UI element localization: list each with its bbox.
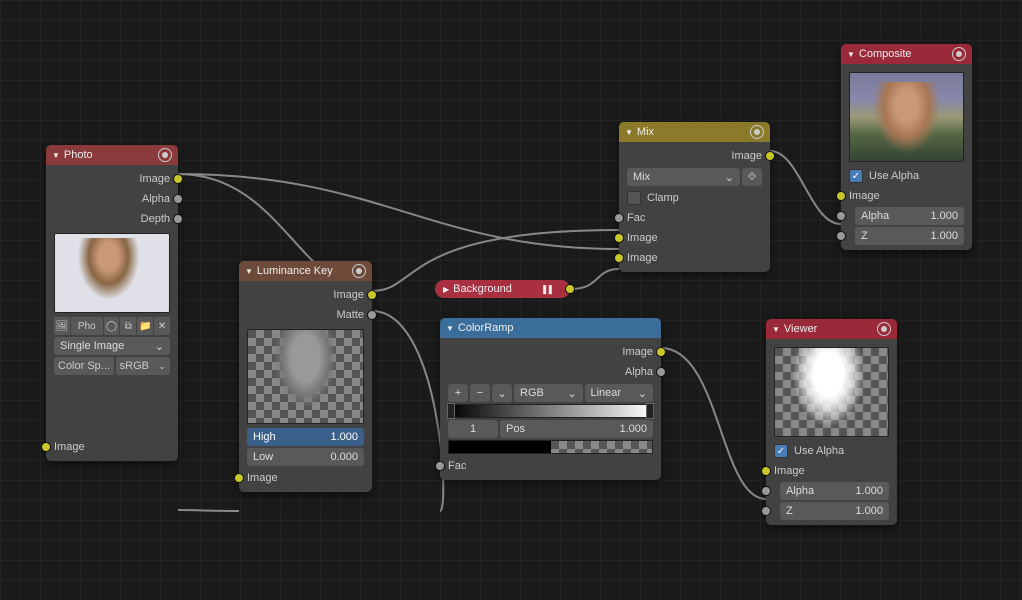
high-field[interactable]: High1.000 xyxy=(247,428,364,446)
node-header[interactable]: ▼ ColorRamp xyxy=(440,318,661,338)
input-image: Image xyxy=(841,186,972,206)
source-dropdown[interactable]: Single Image⌄ xyxy=(54,337,170,355)
preview-icon[interactable] xyxy=(158,148,172,162)
collapse-icon[interactable]: ▼ xyxy=(52,151,60,160)
input-fac: Fac xyxy=(440,456,661,476)
ramp-handle-right[interactable] xyxy=(646,403,654,419)
checkbox-icon xyxy=(849,169,863,183)
preview-icon[interactable] xyxy=(352,264,366,278)
image-name[interactable]: Pho xyxy=(71,317,103,335)
node-title: Viewer xyxy=(784,323,817,335)
node-viewer[interactable]: ▼ Viewer Use Alpha Image Alpha1.000 Z1.0… xyxy=(766,319,897,525)
node-header[interactable]: ▼ Composite xyxy=(841,44,972,64)
close-icon[interactable]: ✕ xyxy=(154,317,170,335)
color-swatch[interactable] xyxy=(448,440,653,454)
node-composite[interactable]: ▼ Composite Use Alpha Image Alpha1.000 Z… xyxy=(841,44,972,250)
chevron-down-icon: ⌄ xyxy=(567,387,576,400)
output-depth: Depth xyxy=(46,209,178,229)
node-title: Luminance Key xyxy=(257,265,333,277)
input-image: Image xyxy=(46,437,178,457)
collapse-icon[interactable]: ▼ xyxy=(625,128,633,137)
ramp-handle-left[interactable] xyxy=(447,403,455,419)
node-title: Composite xyxy=(859,48,912,60)
interpolation-dropdown[interactable]: Linear⌄ xyxy=(585,384,654,402)
collapse-icon[interactable]: ▼ xyxy=(245,267,253,276)
output-image: Image xyxy=(619,146,770,166)
use-alpha-checkbox[interactable]: Use Alpha xyxy=(841,166,972,186)
low-field[interactable]: Low0.000 xyxy=(247,448,364,466)
menu-button[interactable]: ⌄ xyxy=(492,384,512,402)
preview-icon[interactable] xyxy=(750,125,764,139)
collapse-icon[interactable]: ▼ xyxy=(446,324,454,333)
ramp-gradient[interactable] xyxy=(448,404,653,418)
node-photo[interactable]: ▼ Photo Image Alpha Depth 🖼 Pho ◯ ⧉ 📁 ✕ … xyxy=(46,145,178,461)
preview-icon[interactable] xyxy=(952,47,966,61)
output-matte: Matte xyxy=(239,305,372,325)
duplicate-icon[interactable]: ⧉ xyxy=(120,317,136,335)
output-image: Image xyxy=(239,285,372,305)
matte-preview xyxy=(247,329,364,424)
input-z[interactable]: Z1.000 xyxy=(766,501,897,521)
remove-stop-button[interactable]: − xyxy=(470,384,490,402)
output-image: Image xyxy=(440,342,661,362)
node-title: Background xyxy=(453,283,512,295)
node-luminance-key[interactable]: ▼ Luminance Key Image Matte High1.000 Lo… xyxy=(239,261,372,492)
input-image: Image xyxy=(766,461,897,481)
pause-icon: ❚❚ xyxy=(521,284,552,295)
node-header[interactable]: ▼ Luminance Key xyxy=(239,261,372,281)
input-alpha[interactable]: Alpha1.000 xyxy=(766,481,897,501)
chevron-down-icon: ⌄ xyxy=(155,340,164,353)
swap-button[interactable]: ⟐ xyxy=(742,168,762,186)
input-image2: Image xyxy=(619,248,770,268)
output-alpha: Alpha xyxy=(46,189,178,209)
image-preview xyxy=(54,233,170,313)
node-header[interactable]: ▼ Mix xyxy=(619,122,770,142)
input-fac: Fac xyxy=(619,208,770,228)
stop-index[interactable]: 1 xyxy=(448,420,498,438)
input-image1: Image xyxy=(619,228,770,248)
use-alpha-checkbox[interactable]: Use Alpha xyxy=(766,441,897,461)
node-title: Photo xyxy=(64,149,93,161)
node-background[interactable]: ▶ Background ❚❚ xyxy=(435,280,570,298)
position-field[interactable]: Pos1.000 xyxy=(500,420,653,438)
expand-icon[interactable]: ▶ xyxy=(443,285,449,294)
output-image: Image xyxy=(46,169,178,189)
chevron-down-icon: ⌄ xyxy=(725,171,734,184)
input-alpha[interactable]: Alpha1.000 xyxy=(841,206,972,226)
output-socket xyxy=(565,284,575,294)
input-z[interactable]: Z1.000 xyxy=(841,226,972,246)
collapse-icon[interactable]: ▼ xyxy=(847,50,855,59)
browse-icon[interactable]: 🖼 xyxy=(54,317,70,335)
node-header[interactable]: ▼ Viewer xyxy=(766,319,897,339)
node-title: Mix xyxy=(637,126,654,138)
chevron-down-icon: ⌄ xyxy=(158,361,166,372)
checkbox-icon xyxy=(774,444,788,458)
user-icon[interactable]: ◯ xyxy=(104,317,120,335)
colorspace-dropdown[interactable]: sRGB⌄ xyxy=(116,357,170,375)
colorspace-label: Color Sp... xyxy=(54,357,114,375)
preview-icon[interactable] xyxy=(877,322,891,336)
collapse-icon[interactable]: ▼ xyxy=(772,325,780,334)
composite-preview xyxy=(849,72,964,162)
input-image: Image xyxy=(239,468,372,488)
clamp-checkbox[interactable]: Clamp xyxy=(619,188,770,208)
image-toolbar[interactable]: 🖼 Pho ◯ ⧉ 📁 ✕ xyxy=(54,317,170,335)
checkbox-icon xyxy=(627,191,641,205)
color-mode-dropdown[interactable]: RGB⌄ xyxy=(514,384,583,402)
node-header[interactable]: ▼ Photo xyxy=(46,145,178,165)
output-alpha: Alpha xyxy=(440,362,661,382)
viewer-preview xyxy=(774,347,889,437)
node-title: ColorRamp xyxy=(458,322,514,334)
node-mix[interactable]: ▼ Mix Image Mix⌄ ⟐ Clamp Fac Image Image xyxy=(619,122,770,272)
open-icon[interactable]: 📁 xyxy=(137,317,153,335)
node-colorramp[interactable]: ▼ ColorRamp Image Alpha + − ⌄ RGB⌄ Linea… xyxy=(440,318,661,480)
blend-dropdown[interactable]: Mix⌄ xyxy=(627,168,740,186)
chevron-down-icon: ⌄ xyxy=(638,387,647,400)
add-stop-button[interactable]: + xyxy=(448,384,468,402)
